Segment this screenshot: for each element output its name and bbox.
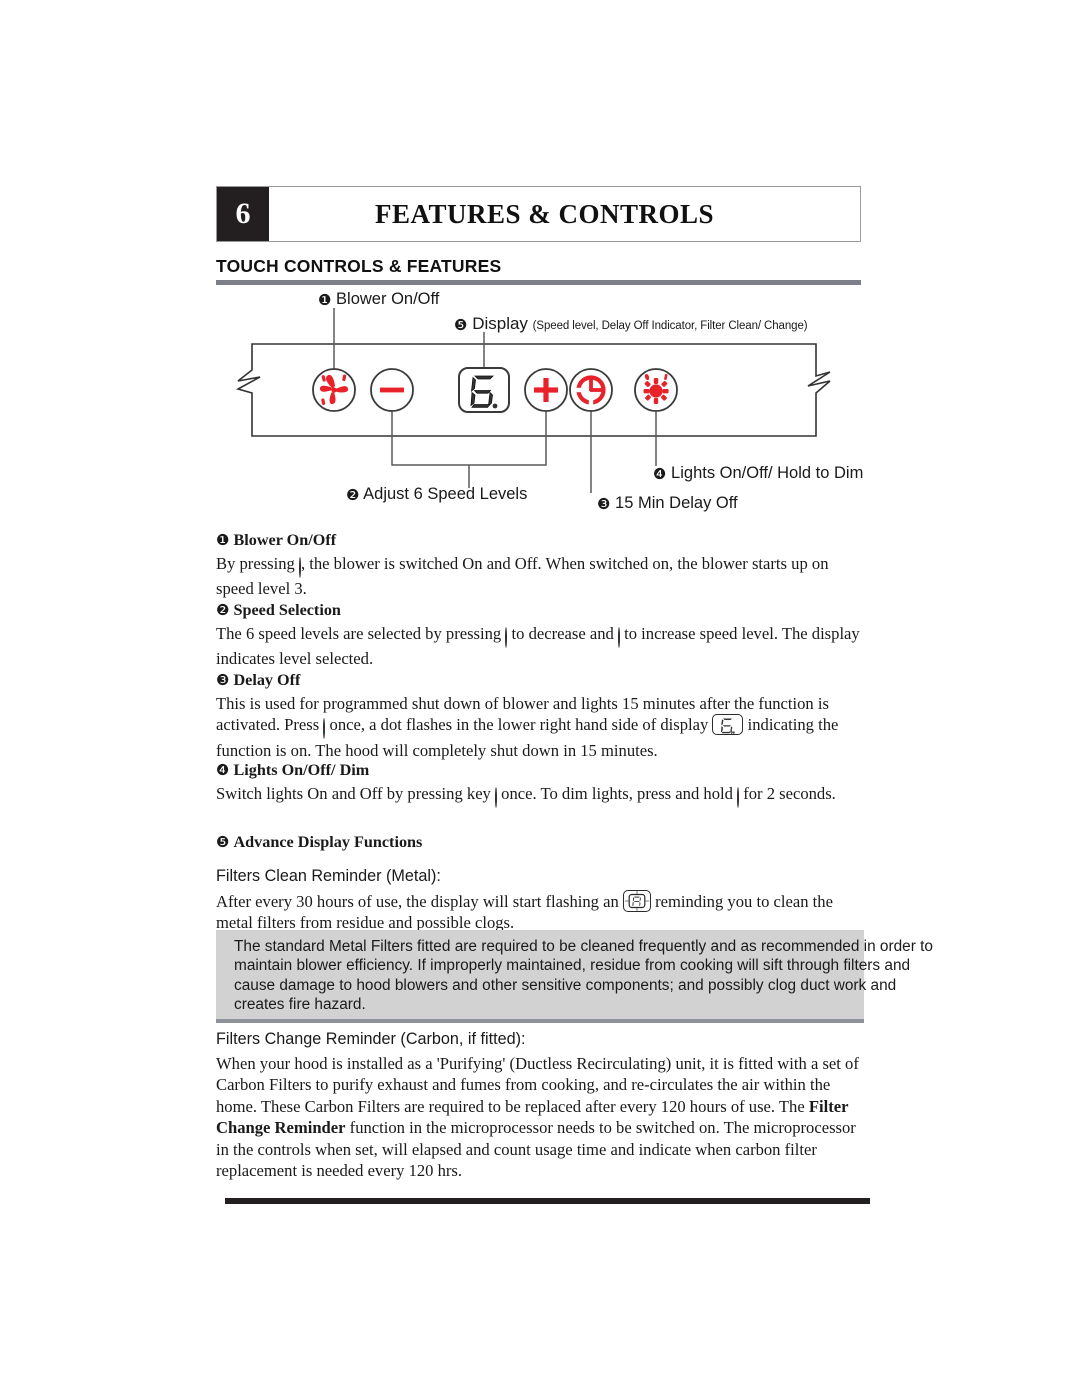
plus-icon [617,626,620,649]
item-body-4-pre: Switch lights On and Off by pressing key [216,783,495,803]
warning-box-text: The standard Metal Filters fitted are re… [234,938,933,1014]
control-panel-diagram: ❶ Blower On/Off ❺ Display (Speed level, … [216,288,876,526]
callout-sublabel-5: (Speed level, Delay Off Indicator, Filte… [532,320,808,332]
item-heading-5: Advance Display Functions [233,833,423,851]
item-number-4: ❹ [216,761,230,779]
item-body-1-pre: By pressing [216,553,299,573]
fan-icon [298,556,301,579]
callout-speed: ❷ Adjust 6 Speed Levels [346,485,527,504]
callout-number-4: ❹ [653,465,667,483]
filters-change-p1: When your hood is installed as a 'Purify… [216,1053,859,1116]
filters-clean-section: Filters Clean Reminder (Metal): After ev… [216,866,864,934]
item-heading-4: Lights On/Off/ Dim [233,761,370,779]
item-lights: ❹ Lights On/Off/ Dim Switch lights On and… [216,760,864,808]
item-body-2-mid: to decrease and [507,623,618,643]
document-page: 6 FEATURES & CONTROLS TOUCH CONTROLS & F… [0,0,1080,1397]
item-title-1: ❶ Blower On/Off [216,530,864,552]
filter-clean-display-icon [622,889,651,912]
callout-blower: ❶ Blower On/Off [318,290,439,309]
delay-key-icon [569,368,613,412]
chapter-number: 6 [217,187,269,241]
page-title: FEATURES & CONTROLS [374,198,715,229]
light-bulb-icon-2 [737,786,740,809]
item-body-4: Switch lights On and Off by pressing key… [216,783,864,809]
item-body-2-pre: The 6 speed levels are selected by press… [216,623,506,643]
item-body-1: By pressing , the blower is switched On … [216,553,864,600]
item-body-4-mid: once. To dim lights, press and hold [497,783,738,803]
filters-change-heading: Filters Change Reminder (Carbon, if fitt… [216,1030,526,1048]
item-heading-2: Speed Selection [233,601,341,619]
chapter-header: 6 FEATURES & CONTROLS [216,186,861,242]
callout-number-2: ❷ [346,486,360,504]
item-body-4-post: for 2 seconds. [739,783,836,803]
item-body-2: The 6 speed levels are selected by press… [216,623,864,670]
callout-label-3: 15 Min Delay Off [615,494,738,512]
callout-label-1: Blower On/Off [336,290,440,308]
blower-key-icon [312,368,356,412]
item-advance-display: ❺ Advance Display Functions [216,832,864,855]
item-heading-1: Blower On/Off [233,531,337,549]
item-heading-3: Delay Off [233,671,301,689]
filters-clean-pre: After every 30 hours of use, the display… [216,891,623,911]
lights-key-icon [634,368,678,412]
item-body-3: This is used for programmed shut down of… [216,693,864,762]
callout-number-5: ❺ [454,316,468,334]
item-title-3: ❸ Delay Off [216,670,864,692]
item-delay: ❸ Delay Off This is used for programmed s… [216,670,864,761]
item-number-2: ❷ [216,601,230,619]
item-title-4: ❹ Lights On/Off/ Dim [216,760,864,782]
filters-change-section: Filters Change Reminder (Carbon, if fitt… [216,1029,864,1182]
seven-segment-display-icon [712,714,744,735]
item-title-5: ❺ Advance Display Functions [216,832,864,854]
item-body-3-mid: once, a dot flashes in the lower right h… [325,715,713,734]
item-body-1-mid: , the blower is switched On and Off. Whe… [216,553,829,599]
section-divider [216,280,861,285]
light-bulb-icon [495,786,497,809]
minus-icon [505,626,508,649]
footer-rule [225,1198,870,1204]
filters-clean-body: After every 30 hours of use, the display… [216,889,864,934]
item-speed: ❷ Speed Selection The 6 speed levels are … [216,600,864,670]
item-number-5: ❺ [216,833,230,851]
filters-clean-heading: Filters Clean Reminder (Metal): [216,867,441,885]
subsection-divider [216,1019,864,1023]
callout-display: ❺ Display (Speed level, Delay Off Indica… [454,314,808,334]
callout-label-4: Lights On/Off/ Hold to Dim [671,464,864,482]
item-blower: ❶ Blower On/Off By pressing , the blower … [216,530,864,600]
callout-label-5: Display [472,314,528,333]
item-number-3: ❸ [216,671,230,689]
filters-change-body: When your hood is installed as a 'Purify… [216,1053,864,1182]
plus-key-icon [524,368,568,412]
display-panel-icon [458,367,510,413]
item-number-1: ❶ [216,531,230,549]
section-heading: TOUCH CONTROLS & FEATURES [216,256,502,276]
callout-number-1: ❶ [318,291,332,309]
clock-icon [323,718,326,740]
callout-label-2: Adjust 6 Speed Levels [363,485,528,503]
callout-delay: ❸ 15 Min Delay Off [597,494,738,513]
minus-key-icon [370,368,414,412]
item-title-2: ❷ Speed Selection [216,600,864,622]
callout-number-3: ❸ [597,495,611,513]
callout-lights: ❹ Lights On/Off/ Hold to Dim [653,464,863,483]
